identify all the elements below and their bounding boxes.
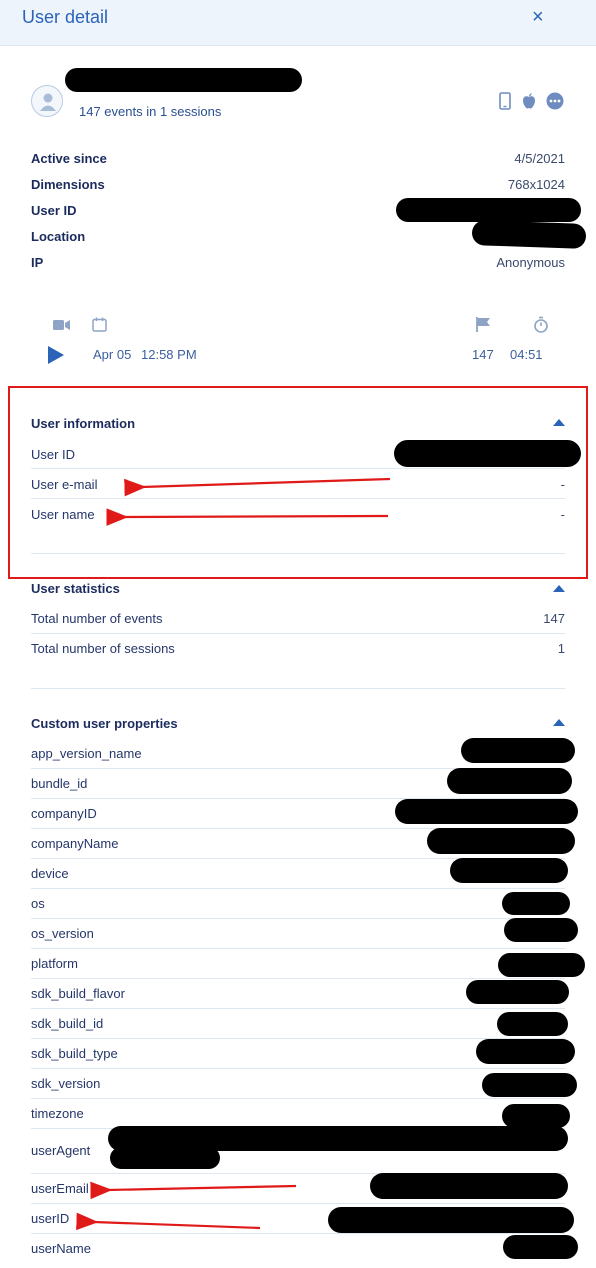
redacted-value xyxy=(502,892,570,915)
redacted-value xyxy=(395,799,578,824)
custom-prop-label: sdk_build_type xyxy=(31,1046,118,1061)
redacted-value xyxy=(498,953,585,977)
redacted-value xyxy=(450,858,568,883)
user-info-label-name: User name xyxy=(31,507,95,522)
user-info-value-email: - xyxy=(560,477,565,492)
redacted-value xyxy=(328,1207,574,1233)
row-divider xyxy=(31,918,565,919)
redacted-value xyxy=(427,828,575,854)
panel-title: User detail xyxy=(22,7,109,27)
row-divider xyxy=(31,1233,565,1234)
custom-prop-label: sdk_version xyxy=(31,1076,101,1091)
session-duration: 04:51 xyxy=(510,347,543,362)
arrow-userid-prop xyxy=(76,1212,261,1231)
redacted-value xyxy=(370,1173,568,1199)
redacted-value xyxy=(504,918,578,942)
stat-value-events: 147 xyxy=(543,611,565,626)
session-date[interactable]: Apr 05 xyxy=(93,347,131,362)
custom-prop-label: platform xyxy=(31,956,78,971)
row-divider xyxy=(31,948,565,949)
arrow-useremail-prop xyxy=(90,1181,297,1200)
row-divider xyxy=(31,1098,565,1099)
detail-label-user-id: User ID xyxy=(31,203,77,218)
collapse-user-information-icon[interactable] xyxy=(553,419,565,426)
row-divider xyxy=(31,1203,565,1204)
timer-icon xyxy=(534,316,548,333)
redacted-location xyxy=(471,220,587,249)
redacted-value xyxy=(497,1012,568,1036)
redacted-user-info-id xyxy=(394,440,581,467)
section-divider xyxy=(31,688,565,689)
row-divider xyxy=(31,633,565,634)
play-icon[interactable] xyxy=(47,345,65,365)
detail-label-dimensions: Dimensions xyxy=(31,177,105,192)
detail-value-ip: Anonymous xyxy=(496,255,565,270)
detail-value-dimensions: 768x1024 xyxy=(507,177,565,192)
custom-prop-label: companyID xyxy=(31,806,97,821)
user-info-label-email: User e-mail xyxy=(31,477,98,492)
calendar-icon xyxy=(92,317,107,332)
redacted-value xyxy=(502,1104,570,1128)
collapse-user-statistics-icon[interactable] xyxy=(553,585,565,592)
stat-value-sessions: 1 xyxy=(557,641,565,656)
custom-prop-label: userName xyxy=(31,1241,91,1256)
apple-icon xyxy=(523,93,535,109)
more-icon[interactable] xyxy=(546,92,564,110)
redacted-value xyxy=(482,1073,577,1097)
custom-properties-title: Custom user properties xyxy=(31,716,178,731)
avatar xyxy=(31,85,63,117)
phone-icon xyxy=(499,92,511,110)
redacted-value xyxy=(110,1147,220,1169)
events-summary: 147 events in 1 sessions xyxy=(79,104,222,119)
redacted-value xyxy=(461,738,575,763)
custom-prop-label: companyName xyxy=(31,836,119,851)
row-divider xyxy=(31,978,565,979)
user-info-value-name: - xyxy=(560,507,565,522)
row-divider xyxy=(31,468,565,469)
row-divider xyxy=(31,1008,565,1009)
custom-prop-label: userID xyxy=(31,1211,70,1226)
redacted-user-name xyxy=(65,68,302,92)
video-icon xyxy=(53,320,70,330)
custom-prop-label: userEmail xyxy=(31,1181,89,1196)
redacted-value xyxy=(447,768,572,794)
row-divider xyxy=(31,888,565,889)
detail-label-active-since: Active since xyxy=(31,151,107,166)
redacted-user-id xyxy=(396,198,581,222)
session-time[interactable]: 12:58 PM xyxy=(141,347,197,362)
custom-prop-label: sdk_build_flavor xyxy=(31,986,125,1001)
custom-prop-label: sdk_build_id xyxy=(31,1016,104,1031)
session-events: 147 xyxy=(472,347,494,362)
user-info-label-user-id: User ID xyxy=(31,447,76,462)
stat-label-events: Total number of events xyxy=(31,611,163,626)
custom-prop-label: os xyxy=(31,896,45,911)
redacted-value xyxy=(466,980,569,1004)
redacted-value xyxy=(503,1235,578,1259)
custom-prop-label: userAgent xyxy=(31,1143,91,1158)
flag-icon xyxy=(476,317,490,332)
detail-value-active-since: 4/5/2021 xyxy=(514,151,565,166)
close-icon[interactable]: × xyxy=(532,6,544,28)
detail-label-location: Location xyxy=(31,229,86,244)
panel-header: User detail × xyxy=(0,0,596,46)
row-divider xyxy=(31,498,565,499)
collapse-custom-properties-icon[interactable] xyxy=(553,719,565,726)
custom-prop-label: os_version xyxy=(31,926,94,941)
redacted-value xyxy=(476,1039,575,1064)
user-statistics-title: User statistics xyxy=(31,581,120,596)
custom-prop-label: timezone xyxy=(31,1106,84,1121)
custom-prop-label: app_version_name xyxy=(31,746,142,761)
section-divider xyxy=(31,553,565,554)
user-information-title: User information xyxy=(31,416,136,431)
detail-label-ip: IP xyxy=(31,255,44,270)
custom-prop-label: device xyxy=(31,866,69,881)
stat-label-sessions: Total number of sessions xyxy=(31,641,175,656)
row-divider xyxy=(31,1068,565,1069)
custom-prop-label: bundle_id xyxy=(31,776,88,791)
